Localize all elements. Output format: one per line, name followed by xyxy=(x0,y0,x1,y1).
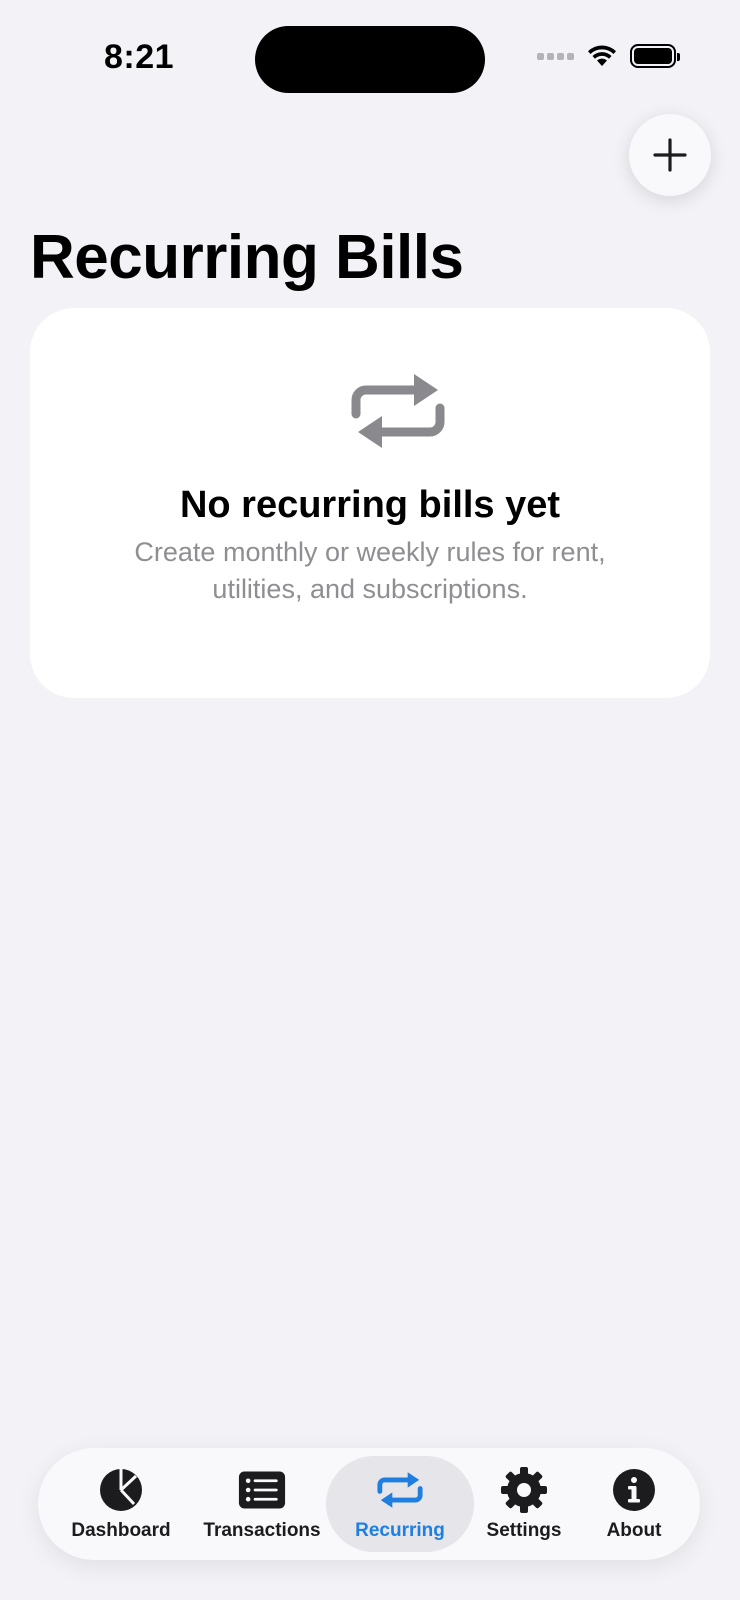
add-recurring-bill-button[interactable] xyxy=(629,114,711,196)
info-icon xyxy=(613,1469,655,1511)
tab-label-about: About xyxy=(606,1520,662,1541)
empty-state-message: Create monthly or weekly rules for rent,… xyxy=(134,537,606,604)
plus-icon xyxy=(653,138,687,172)
tab-bar: Dashboard Transactions Recurring Setting… xyxy=(38,1448,700,1560)
cellular-signal-icon xyxy=(537,52,574,60)
empty-state-title: No recurring bills yet xyxy=(179,484,561,526)
status-icons xyxy=(537,44,680,68)
tab-label-recurring: Recurring xyxy=(355,1520,445,1541)
tab-transactions[interactable]: Transactions xyxy=(198,1448,326,1560)
repeat-icon xyxy=(377,1472,423,1508)
page-title: Recurring Bills xyxy=(30,223,464,292)
battery-icon xyxy=(630,44,680,68)
list-icon xyxy=(238,1471,286,1509)
tab-settings[interactable]: Settings xyxy=(474,1448,574,1560)
pie-chart-icon xyxy=(100,1469,142,1511)
tab-about[interactable]: About xyxy=(584,1448,684,1560)
status-bar: 8:21 xyxy=(0,0,740,110)
empty-state-card: No recurring bills yet Create monthly or… xyxy=(30,308,710,698)
tab-dashboard[interactable]: Dashboard xyxy=(62,1448,180,1560)
gear-icon xyxy=(501,1467,547,1513)
wifi-icon xyxy=(588,45,616,66)
repeat-icon xyxy=(351,374,445,448)
tab-label-transactions: Transactions xyxy=(203,1520,321,1541)
status-time: 8:21 xyxy=(104,38,175,76)
tab-label-dashboard: Dashboard xyxy=(71,1520,171,1541)
tab-label-settings: Settings xyxy=(486,1520,562,1541)
dynamic-island xyxy=(255,26,485,93)
tab-recurring[interactable]: Recurring xyxy=(326,1456,474,1552)
